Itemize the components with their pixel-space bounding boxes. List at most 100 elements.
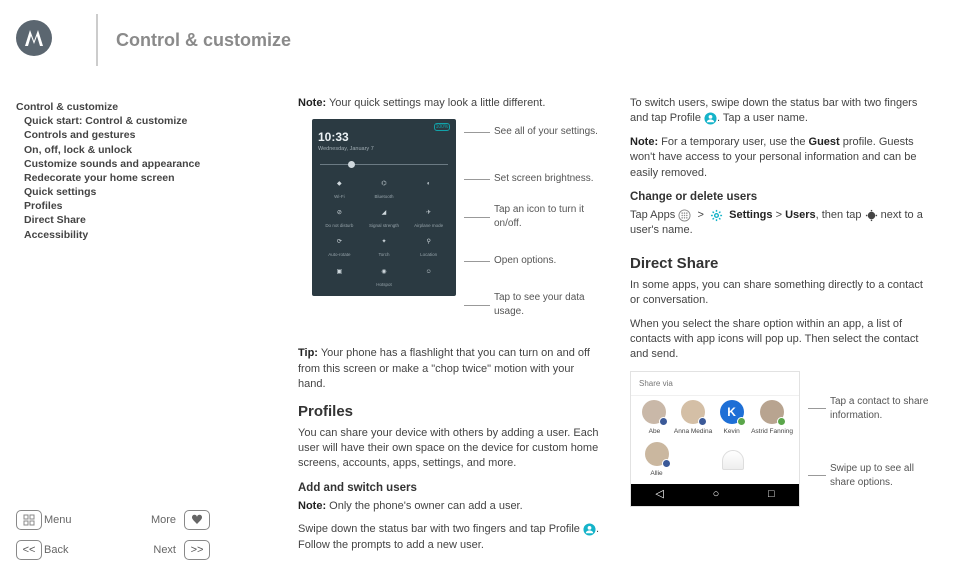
tip-label: Tip: [298,347,318,359]
heart-icon [191,514,203,526]
switch-text-b: . Tap a user name. [717,112,808,124]
qs-tile[interactable]: ◆Wi-Fi [318,175,361,202]
note-label: Note: [630,136,658,148]
qs-tile[interactable]: ◉Hotspot [363,263,406,290]
toc-item[interactable]: On, off, lock & unlock [16,143,272,157]
cast-icon: ▣ [332,265,346,279]
toc-item[interactable]: Customize sounds and appearance [16,157,272,171]
profile-circle-icon [704,112,717,125]
qs-time: 10:33 [318,129,450,146]
ds-text2: When you select the share option within … [630,317,934,363]
qs-tile[interactable]: ◐ [407,175,450,202]
swipe-text-a: Swipe down the status bar with two finge… [298,523,583,535]
qs-tile[interactable]: ✦Torch [363,233,406,260]
qs-date: Wednesday, January 7 [318,146,450,154]
apps-circle-icon [678,209,691,222]
qs-tile[interactable]: ⚲Location [407,233,450,260]
callout-text: Open options. [494,254,556,268]
android-navbar: ◁ ○ □ [631,484,799,506]
share-contact[interactable]: Astrid Fanning [751,400,793,436]
table-of-contents: Control & customize Quick start: Control… [16,100,272,242]
user-settings-icon [865,209,878,222]
column-left: Note: Your quick settings may look a lit… [298,96,602,561]
share-sheet: Share via Abe Anna Medina KKevin Astrid … [630,371,800,507]
more-label: More [114,514,184,526]
title-area: Control & customize [96,14,291,66]
grid-icon [23,514,35,526]
column-right: To switch users, swipe down the status b… [630,96,934,561]
next-button[interactable]: >> [184,540,210,560]
ds-text1: In some apps, you can share something di… [630,278,934,309]
toc-item[interactable]: Quick start: Control & customize [16,114,272,128]
quick-settings-panel: 100% 10:33 Wednesday, January 7 ◆Wi-Fi ⌬… [312,119,456,296]
add-users-heading: Add and switch users [298,480,602,496]
toc-item[interactable]: Accessibility [16,228,272,242]
callout-text: Tap a contact to share information. [830,395,934,423]
share-figure: Share via Abe Anna Medina KKevin Astrid … [630,371,934,507]
toc-item[interactable]: Controls and gestures [16,128,272,142]
callout-text: Tap to see your data usage. [494,291,602,319]
qs-tile[interactable]: ⊘Do not disturb [318,204,361,231]
share-contact[interactable]: Anna Medina [674,400,712,436]
change-users-heading: Change or delete users [630,189,934,205]
invert-icon: ◐ [422,177,436,191]
toc-item[interactable]: Quick settings [16,185,272,199]
profile-icon: ☺ [422,265,436,279]
page-title: Control & customize [116,30,291,51]
share-contact[interactable]: Abe [637,400,672,436]
footer-nav: Menu More << Back Next >> [16,510,272,560]
torch-icon: ✦ [377,235,391,249]
chevron-left-icon: << [23,544,36,556]
avatar: K [720,400,744,424]
direct-share-heading: Direct Share [630,253,934,274]
share-title: Share via [631,372,799,396]
recent-nav-icon[interactable]: □ [768,487,775,502]
back-label: Back [44,544,114,556]
avatar [645,442,669,466]
toc-item[interactable]: Redecorate your home screen [16,171,272,185]
toc-root[interactable]: Control & customize [16,100,272,114]
menu-button[interactable] [16,510,42,530]
qs-tile[interactable]: ▣ [318,263,361,290]
bluetooth-icon: ⌬ [377,177,391,191]
avatar [681,400,705,424]
menu-label: Menu [44,514,114,526]
qs-tiles: ◆Wi-Fi ⌬Bluetooth ◐ ⊘Do not disturb ◢Sig… [318,175,450,290]
wifi-icon: ◆ [332,177,346,191]
profiles-heading: Profiles [298,401,602,422]
note-label: Note: [298,500,326,512]
signal-icon: ◢ [377,206,391,220]
toc-item[interactable]: Direct Share [16,213,272,227]
qs-tile[interactable]: ⌬Bluetooth [363,175,406,202]
toc-item[interactable]: Profiles [16,199,272,213]
content-columns: Note: Your quick settings may look a lit… [298,96,934,556]
motorola-logo [16,20,52,56]
qs-tile[interactable]: ◢Signal strength [363,204,406,231]
callout-text: Tap an icon to turn it on/off. [494,203,602,231]
rotate-icon: ⟳ [332,235,346,249]
qs-tile[interactable]: ☺ [407,263,450,290]
back-button[interactable]: << [16,540,42,560]
back-nav-icon[interactable]: ◁ [655,487,663,502]
brightness-slider[interactable] [320,164,448,165]
qs-tile[interactable]: ⟳Auto-rotate [318,233,361,260]
motorola-icon [22,26,46,50]
note-text: Your quick settings may look a little di… [326,97,545,109]
tip-text: Your phone has a flashlight that you can… [298,347,590,390]
share-contact[interactable]: KKevin [714,400,749,436]
hotspot-icon: ◉ [377,265,391,279]
quick-settings-figure: 100% 10:33 Wednesday, January 7 ◆Wi-Fi ⌬… [298,119,602,332]
qs-tile[interactable]: ✈Airplane mode [407,204,450,231]
share-callouts: Tap a contact to share information. Swip… [808,371,934,503]
note-label: Note: [298,97,326,109]
airplane-icon: ✈ [422,206,436,220]
more-button[interactable] [184,510,210,530]
home-nav-icon[interactable]: ○ [713,487,720,502]
drag-handle[interactable] [722,450,744,470]
share-contact[interactable]: Allie [637,442,676,478]
add-note-text: Only the phone's owner can add a user. [326,500,523,512]
avatar [760,400,784,424]
callout-text: Swipe up to see all share options. [830,462,934,490]
profile-circle-icon [583,523,596,536]
profiles-text: You can share your device with others by… [298,426,602,472]
